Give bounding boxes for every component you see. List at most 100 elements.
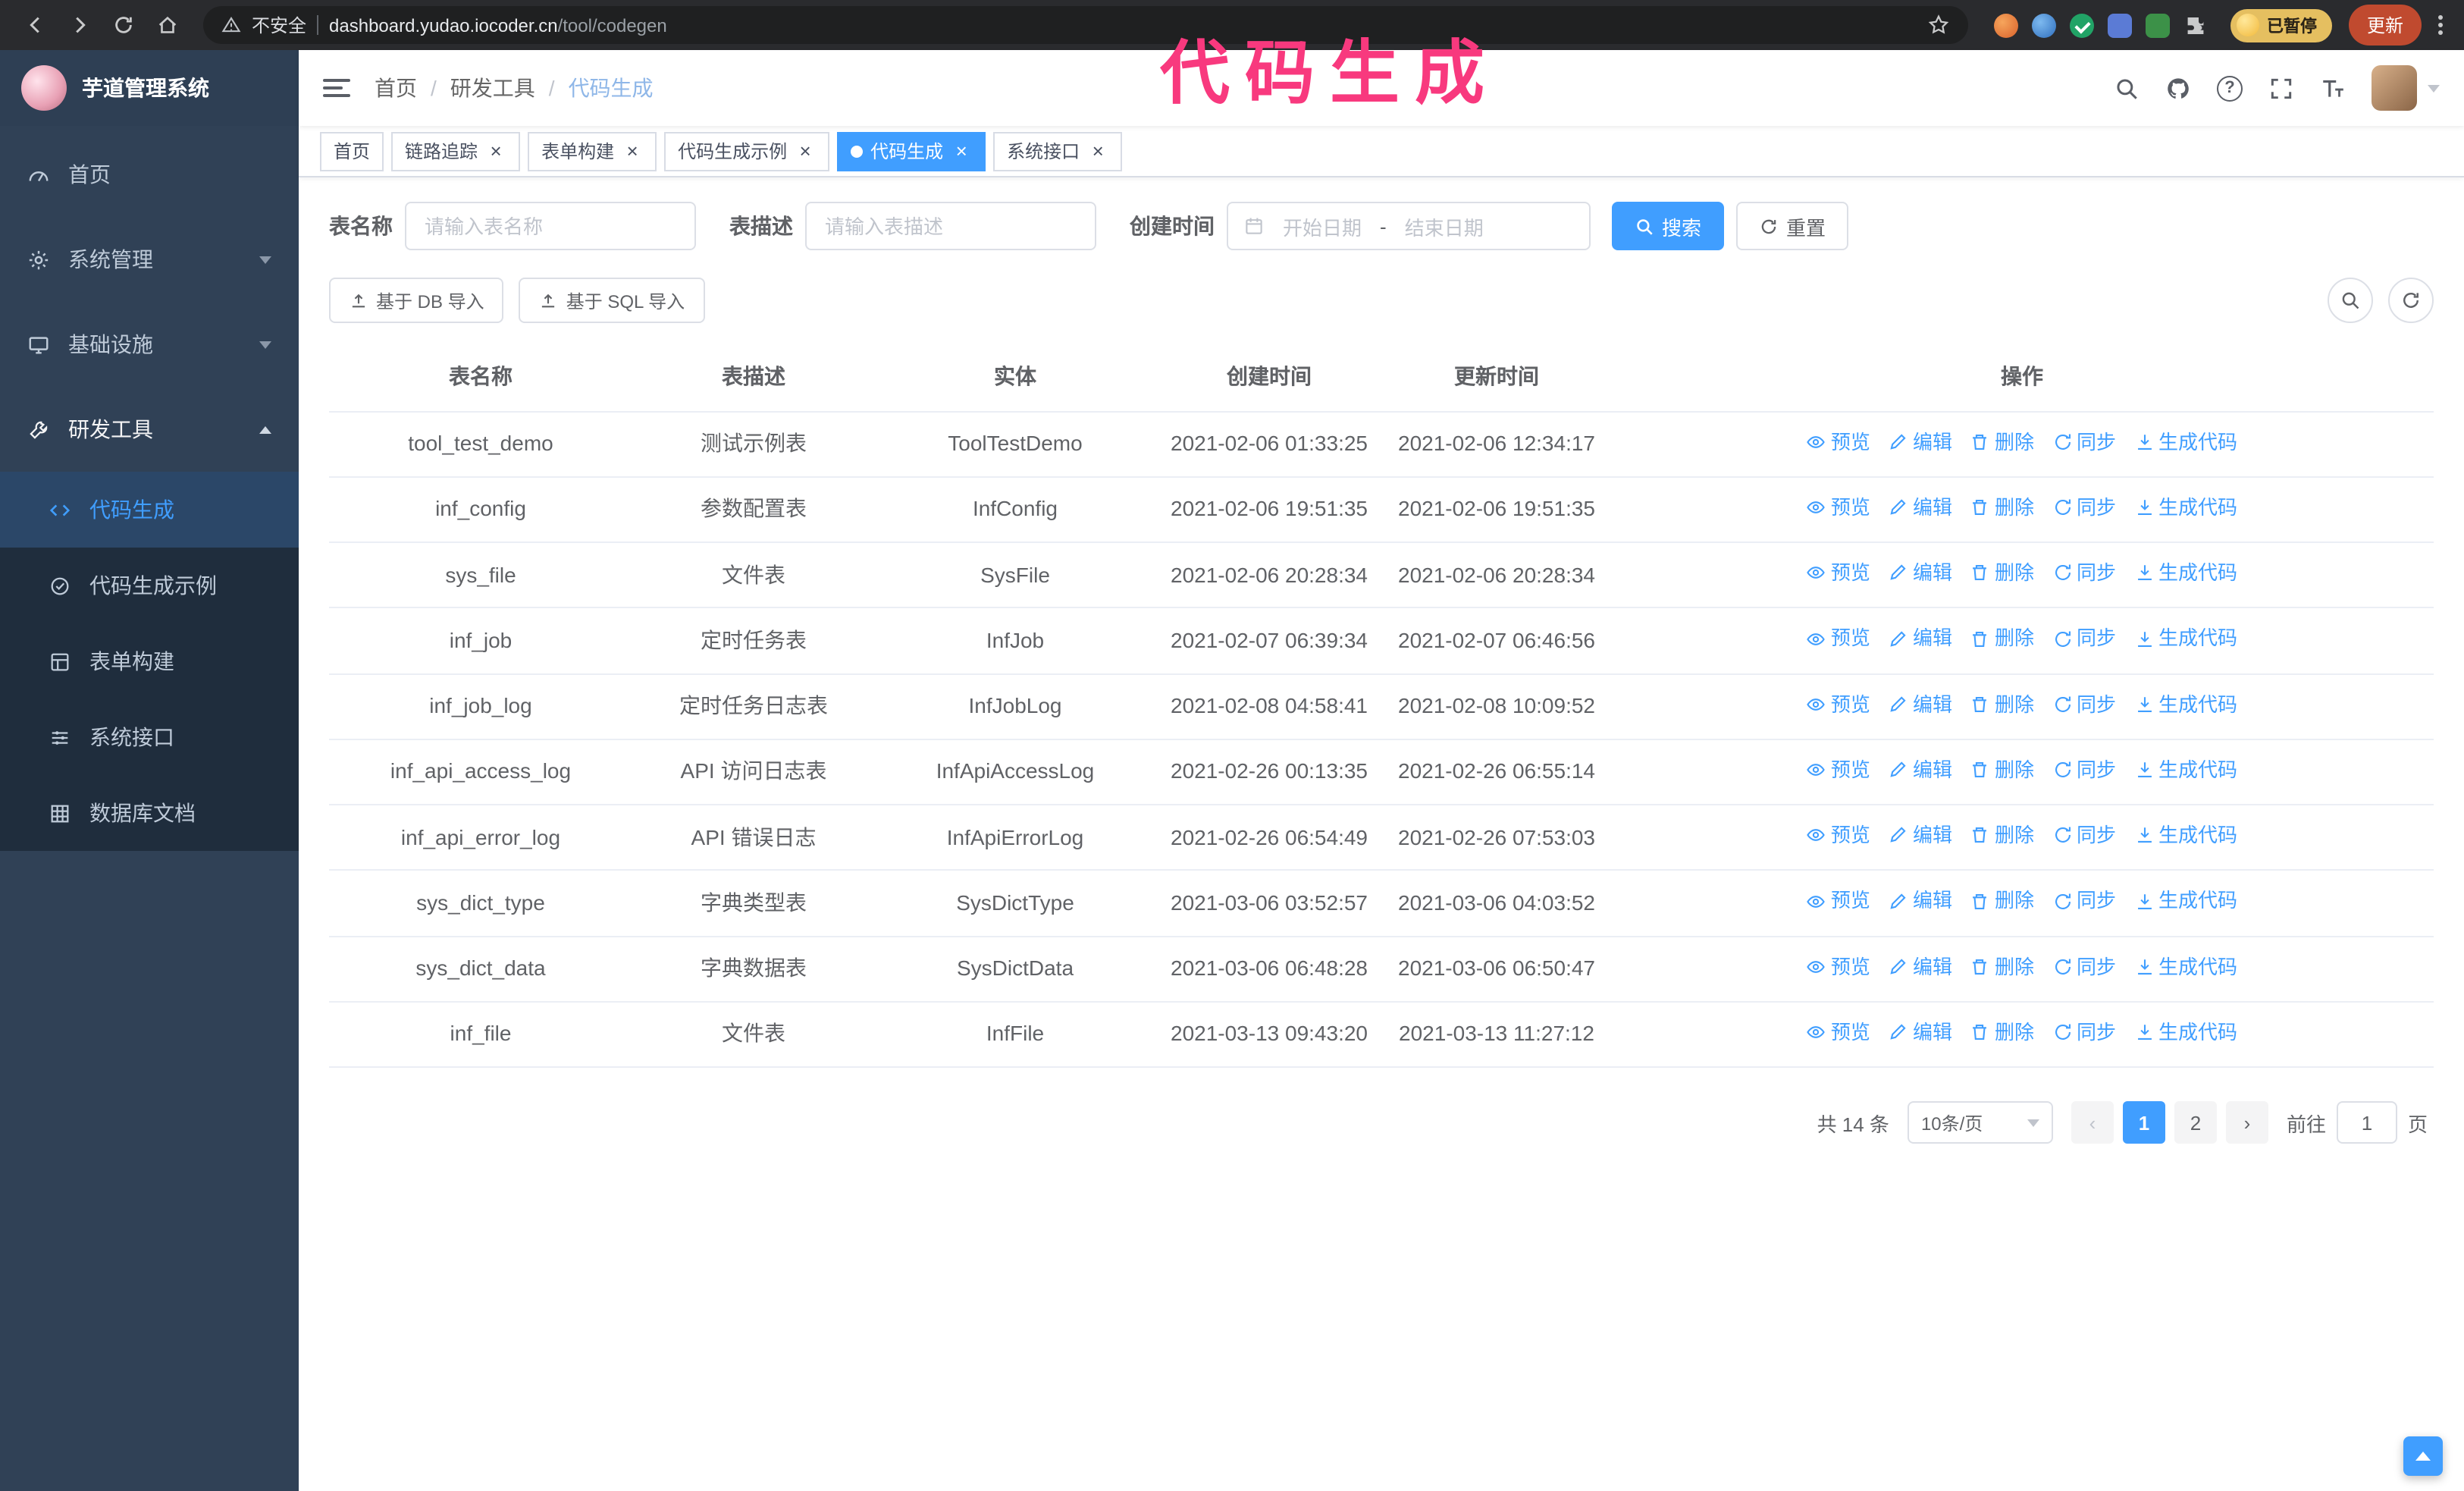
sidebar-item-home[interactable]: 首页 — [0, 132, 299, 217]
delete-action-link[interactable]: 删除 — [1970, 821, 2034, 850]
prev-page-button[interactable]: ‹ — [2071, 1101, 2114, 1144]
table-name-input[interactable] — [405, 202, 696, 250]
extension-icon[interactable] — [1993, 13, 2018, 37]
sync-action-link[interactable]: 同步 — [2052, 952, 2116, 981]
delete-action-link[interactable]: 删除 — [1970, 952, 2034, 981]
tab-系统接口[interactable]: 系统接口 × — [993, 131, 1123, 171]
hamburger-icon[interactable] — [323, 79, 350, 97]
preview-action-link[interactable]: 预览 — [1807, 427, 1870, 457]
search-icon[interactable] — [2114, 75, 2140, 101]
tab-close-icon[interactable]: × — [1087, 140, 1108, 162]
sidebar-item-form-builder[interactable]: 表单构建 — [0, 623, 299, 699]
tab-首页[interactable]: 首页 — [320, 131, 384, 171]
fullscreen-icon[interactable] — [2268, 75, 2294, 101]
reset-button[interactable]: 重置 — [1736, 202, 1849, 250]
breadcrumb-devtools[interactable]: 研发工具 — [450, 73, 535, 103]
generate-action-link[interactable]: 生成代码 — [2134, 558, 2237, 588]
next-page-button[interactable]: › — [2225, 1101, 2268, 1144]
browser-reload-button[interactable] — [103, 5, 143, 45]
profile-paused-badge[interactable]: 已暂停 — [2230, 8, 2332, 42]
table-desc-input[interactable] — [805, 202, 1096, 250]
refresh-table-button[interactable] — [2388, 278, 2434, 323]
preview-action-link[interactable]: 预览 — [1807, 624, 1870, 654]
delete-action-link[interactable]: 删除 — [1970, 755, 2034, 785]
back-to-top-button[interactable] — [2403, 1436, 2443, 1476]
sync-action-link[interactable]: 同步 — [2052, 755, 2116, 785]
github-icon[interactable] — [2165, 75, 2191, 101]
extension-icon[interactable] — [2069, 13, 2094, 37]
preview-action-link[interactable]: 预览 — [1807, 493, 1870, 523]
extensions-puzzle-icon[interactable] — [2183, 13, 2208, 37]
font-size-icon[interactable] — [2320, 75, 2346, 101]
preview-action-link[interactable]: 预览 — [1807, 821, 1870, 850]
page-size-select[interactable]: 10条/页 — [1907, 1101, 2053, 1144]
browser-forward-button[interactable] — [59, 5, 99, 45]
tab-close-icon[interactable]: × — [622, 140, 643, 162]
bookmark-star-icon[interactable] — [1927, 14, 1950, 36]
generate-action-link[interactable]: 生成代码 — [2134, 624, 2237, 654]
delete-action-link[interactable]: 删除 — [1970, 427, 2034, 457]
import-db-button[interactable]: 基于 DB 导入 — [329, 278, 504, 323]
delete-action-link[interactable]: 删除 — [1970, 887, 2034, 916]
toggle-search-button[interactable] — [2328, 278, 2373, 323]
tab-close-icon[interactable]: × — [951, 140, 972, 162]
browser-back-button[interactable] — [15, 5, 55, 45]
generate-action-link[interactable]: 生成代码 — [2134, 887, 2237, 916]
generate-action-link[interactable]: 生成代码 — [2134, 427, 2237, 457]
generate-action-link[interactable]: 生成代码 — [2134, 952, 2237, 981]
extension-icon[interactable] — [2031, 13, 2056, 37]
edit-action-link[interactable]: 编辑 — [1889, 558, 1952, 588]
edit-action-link[interactable]: 编辑 — [1889, 952, 1952, 981]
page-2-button[interactable]: 2 — [2174, 1101, 2217, 1144]
edit-action-link[interactable]: 编辑 — [1889, 821, 1952, 850]
sidebar-item-infra[interactable]: 基础设施 — [0, 302, 299, 387]
sidebar-item-codegen-demo[interactable]: 代码生成示例 — [0, 548, 299, 623]
sync-action-link[interactable]: 同步 — [2052, 558, 2116, 588]
delete-action-link[interactable]: 删除 — [1970, 689, 2034, 719]
delete-action-link[interactable]: 删除 — [1970, 493, 2034, 523]
edit-action-link[interactable]: 编辑 — [1889, 624, 1952, 654]
preview-action-link[interactable]: 预览 — [1807, 558, 1870, 588]
sync-action-link[interactable]: 同步 — [2052, 493, 2116, 523]
preview-action-link[interactable]: 预览 — [1807, 1018, 1870, 1047]
breadcrumb-home[interactable]: 首页 — [375, 73, 417, 103]
sync-action-link[interactable]: 同步 — [2052, 821, 2116, 850]
generate-action-link[interactable]: 生成代码 — [2134, 1018, 2237, 1047]
help-icon[interactable]: ? — [2217, 75, 2243, 101]
sync-action-link[interactable]: 同步 — [2052, 427, 2116, 457]
browser-home-button[interactable] — [147, 5, 187, 45]
edit-action-link[interactable]: 编辑 — [1889, 493, 1952, 523]
tab-close-icon[interactable]: × — [795, 140, 816, 162]
preview-action-link[interactable]: 预览 — [1807, 755, 1870, 785]
browser-update-button[interactable]: 更新 — [2348, 5, 2422, 46]
app-logo[interactable]: 芋道管理系统 — [0, 50, 299, 126]
delete-action-link[interactable]: 删除 — [1970, 624, 2034, 654]
sync-action-link[interactable]: 同步 — [2052, 887, 2116, 916]
edit-action-link[interactable]: 编辑 — [1889, 887, 1952, 916]
sidebar-item-codegen[interactable]: 代码生成 — [0, 472, 299, 548]
page-1-button[interactable]: 1 — [2122, 1101, 2165, 1144]
user-menu[interactable] — [2372, 65, 2440, 111]
create-time-range-picker[interactable]: 开始日期 - 结束日期 — [1227, 202, 1591, 250]
sidebar-item-devtools[interactable]: 研发工具 — [0, 387, 299, 472]
browser-menu-icon[interactable] — [2438, 15, 2443, 35]
goto-page-input[interactable] — [2336, 1101, 2397, 1144]
generate-action-link[interactable]: 生成代码 — [2134, 493, 2237, 523]
extension-icon[interactable] — [2145, 13, 2170, 37]
edit-action-link[interactable]: 编辑 — [1889, 1018, 1952, 1047]
generate-action-link[interactable]: 生成代码 — [2134, 821, 2237, 850]
address-bar[interactable]: 不安全 dashboard.yudao.iocoder.cn/tool/code… — [203, 6, 1968, 44]
preview-action-link[interactable]: 预览 — [1807, 952, 1870, 981]
preview-action-link[interactable]: 预览 — [1807, 887, 1870, 916]
preview-action-link[interactable]: 预览 — [1807, 689, 1870, 719]
edit-action-link[interactable]: 编辑 — [1889, 689, 1952, 719]
tab-链路追踪[interactable]: 链路追踪 × — [391, 131, 521, 171]
delete-action-link[interactable]: 删除 — [1970, 558, 2034, 588]
search-button[interactable]: 搜索 — [1612, 202, 1725, 250]
extension-icon[interactable] — [2107, 13, 2132, 37]
sidebar-item-system[interactable]: 系统管理 — [0, 217, 299, 302]
edit-action-link[interactable]: 编辑 — [1889, 427, 1952, 457]
sync-action-link[interactable]: 同步 — [2052, 624, 2116, 654]
tab-代码生成示例[interactable]: 代码生成示例 × — [664, 131, 830, 171]
sidebar-item-api[interactable]: 系统接口 — [0, 699, 299, 775]
